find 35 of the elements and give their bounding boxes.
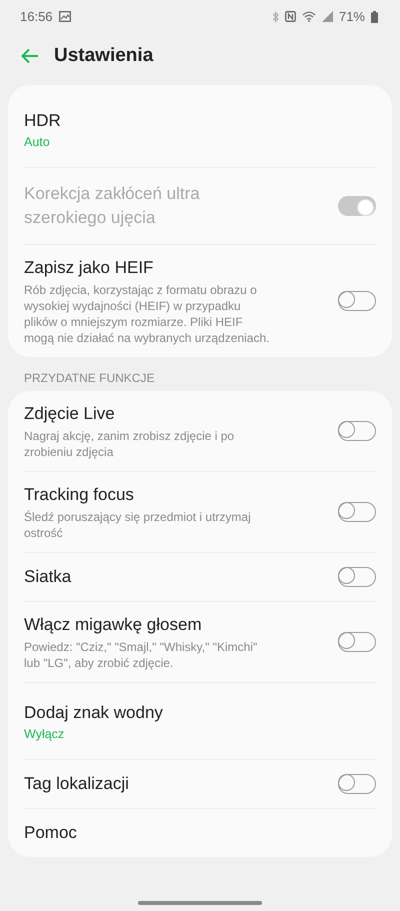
section-header: PRZYDATNE FUNKCJE [23,370,156,387]
setting-description: Śledź poruszający się przedmiot i utrzymaj ostrość [24,509,252,541]
setting-title: Zdjęcie Live [24,403,116,425]
settings-item[interactable]: HDR Auto [24,91,376,168]
toggle-switch[interactable] [338,774,376,794]
setting-title: Zapisz jako HEIF [24,257,154,279]
setting-value: Wyłącz [24,727,66,741]
setting-description: Powiedz: "Cziz," "Smajl," "Whisky," "Kimchi" lub "LG", aby zrobić zdjęcie. [24,639,258,671]
setting-title: Włącz migawkę głosem [24,614,203,636]
wifi-icon [302,11,316,22]
setting-title: Korekcja zakłóceń ultra szerokiego ujęcia [24,183,201,229]
signal-icon [322,11,333,22]
setting-description: Nagraj akcję, zanim zrobisz zdjęcie i po zrobieniu zdjęcia [24,428,236,460]
toggle-switch[interactable] [338,421,376,441]
setting-value: Auto [24,135,51,149]
bluetooth-icon [272,10,279,22]
setting-title: Dodaj znak wodny [24,702,164,724]
gallery-icon [58,11,71,22]
toggle-switch[interactable] [338,567,376,587]
back-arrow-icon[interactable] [20,46,40,66]
setting-description: Rób zdjęcia, korzystając z formatu obrazu o wysokiej wydajności (HEIF) w przypadku plików o mniejszym rozmiarze. Pliki HEIF mogą nie działać na wybranych urządzeniach. [24,282,270,346]
setting-title: Tag lokalizacji [24,773,130,795]
settings-item[interactable]: Dodaj znak wodny Wyłącz [24,683,376,760]
help-link[interactable]: Pomoc [24,821,326,845]
setting-title: Siatka [24,566,72,588]
setting-title: Tracking focus [24,484,135,506]
setting-title: HDR [24,110,62,132]
battery-percent: 71% [338,9,365,24]
nfc-icon [284,11,296,22]
battery-icon [371,10,378,22]
status-time: 16:56 [20,9,53,24]
toggle-switch[interactable] [338,502,376,522]
toggle-switch[interactable] [338,291,376,311]
page-title: Ustawienia [54,45,154,67]
toggle-switch[interactable] [338,632,376,652]
